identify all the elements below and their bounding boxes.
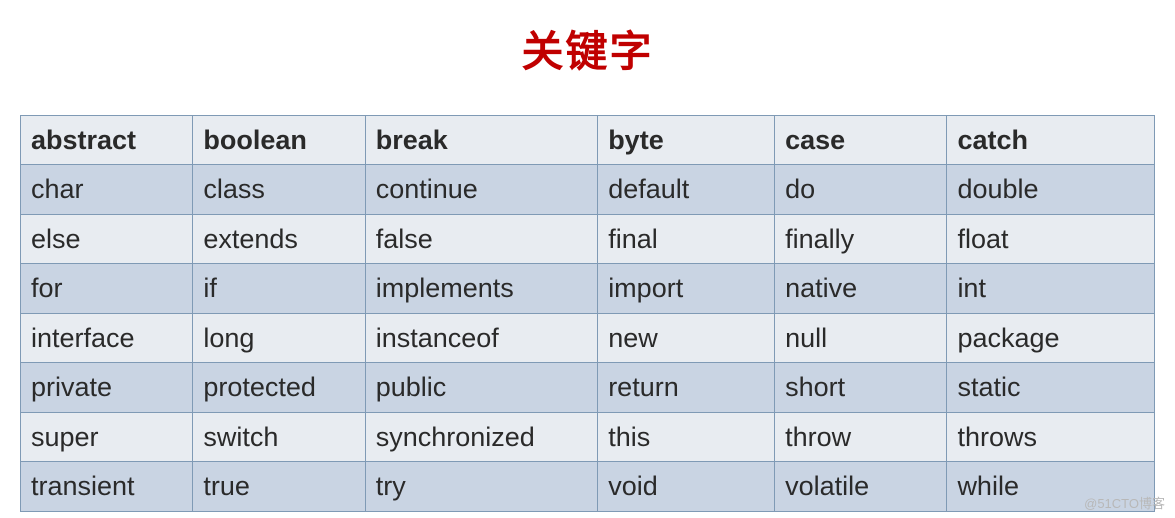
table-header-cell: boolean: [193, 116, 365, 165]
table-cell: synchronized: [365, 412, 597, 461]
table-header-cell: case: [775, 116, 947, 165]
table-cell: switch: [193, 412, 365, 461]
table-cell: native: [775, 264, 947, 313]
table-row: super switch synchronized this throw thr…: [21, 412, 1155, 461]
table-header-cell: catch: [947, 116, 1155, 165]
table-cell: finally: [775, 214, 947, 263]
table-cell: interface: [21, 313, 193, 362]
table-cell: public: [365, 363, 597, 412]
table-cell: throw: [775, 412, 947, 461]
table-cell: volatile: [775, 462, 947, 511]
table-cell: if: [193, 264, 365, 313]
table-cell: try: [365, 462, 597, 511]
table-header-cell: abstract: [21, 116, 193, 165]
table-cell: true: [193, 462, 365, 511]
table-cell: new: [598, 313, 775, 362]
table-cell: private: [21, 363, 193, 412]
table-cell: instanceof: [365, 313, 597, 362]
table-cell: char: [21, 165, 193, 214]
table-cell: float: [947, 214, 1155, 263]
table-row: char class continue default do double: [21, 165, 1155, 214]
table-cell: static: [947, 363, 1155, 412]
table-cell: default: [598, 165, 775, 214]
table-cell: transient: [21, 462, 193, 511]
table-cell: final: [598, 214, 775, 263]
table-cell: double: [947, 165, 1155, 214]
table-cell: implements: [365, 264, 597, 313]
table-cell: throws: [947, 412, 1155, 461]
table-cell: this: [598, 412, 775, 461]
table-cell: short: [775, 363, 947, 412]
table-row: else extends false final finally float: [21, 214, 1155, 263]
table-cell: long: [193, 313, 365, 362]
table-cell: continue: [365, 165, 597, 214]
table-row: transient true try void volatile while: [21, 462, 1155, 511]
table-header-row: abstract boolean break byte case catch: [21, 116, 1155, 165]
table-cell: void: [598, 462, 775, 511]
table-header-cell: byte: [598, 116, 775, 165]
table-cell: null: [775, 313, 947, 362]
table-cell: do: [775, 165, 947, 214]
table-cell: class: [193, 165, 365, 214]
table-cell: for: [21, 264, 193, 313]
watermark: @51CTO博客: [1084, 493, 1165, 512]
table-cell: int: [947, 264, 1155, 313]
table-header-cell: break: [365, 116, 597, 165]
table-cell: false: [365, 214, 597, 263]
table-cell: package: [947, 313, 1155, 362]
table-row: private protected public return short st…: [21, 363, 1155, 412]
table-row: interface long instanceof new null packa…: [21, 313, 1155, 362]
table-cell: protected: [193, 363, 365, 412]
table-cell: else: [21, 214, 193, 263]
table-cell: import: [598, 264, 775, 313]
table-row: for if implements import native int: [21, 264, 1155, 313]
table-cell: super: [21, 412, 193, 461]
keywords-table: abstract boolean break byte case catch c…: [20, 115, 1155, 512]
page-title: 关键字: [20, 18, 1155, 79]
table-cell: return: [598, 363, 775, 412]
table-cell: extends: [193, 214, 365, 263]
